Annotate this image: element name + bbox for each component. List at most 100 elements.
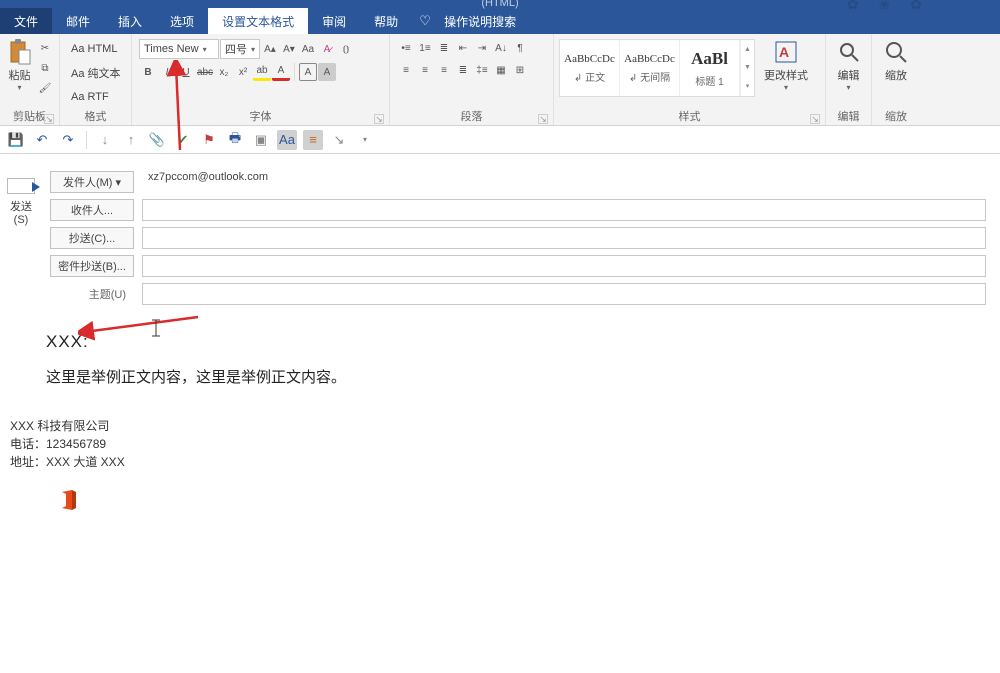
show-marks-button[interactable]: ¶ — [511, 39, 529, 57]
tab-options[interactable]: 选项 — [156, 8, 208, 34]
clear-format-button[interactable]: A̷ — [318, 40, 336, 58]
italic-button[interactable]: I — [158, 63, 176, 81]
underline-button[interactable]: U — [177, 63, 195, 81]
styles-more-button[interactable]: ▲▼▾ — [740, 40, 754, 96]
mail-body[interactable]: XXX: 这里是举例正文内容，这里是举例正文内容。 — [0, 308, 1000, 397]
lightbulb-icon: ♡ — [416, 8, 434, 34]
brush-icon[interactable]: ↘ — [329, 130, 349, 150]
from-value: xz7pccom@outlook.com — [142, 171, 986, 193]
subscript-button[interactable]: x₂ — [215, 63, 233, 81]
subject-input[interactable] — [142, 283, 986, 305]
font-size-select[interactable]: 四号▾ — [220, 39, 260, 59]
ribbon: 粘贴 ▾ ✂ ⧉ 🖌 剪贴板↘ Aa HTML Aa 纯文本 Aa RTF 格式… — [0, 34, 1000, 126]
next-icon[interactable]: ↑ — [121, 130, 141, 150]
sort-button[interactable]: A↓ — [492, 39, 510, 57]
phonetic-button[interactable]: ⦅⦆ — [337, 40, 355, 58]
flag-icon[interactable]: ⚑ — [199, 130, 219, 150]
strike-button[interactable]: abc — [196, 63, 214, 81]
justify-button[interactable]: ≣ — [454, 61, 472, 79]
font-color-button[interactable]: A — [272, 63, 290, 81]
char-shading-button[interactable]: A — [318, 63, 336, 81]
greeting-line[interactable]: XXX: — [46, 332, 964, 352]
cc-button[interactable]: 抄送(C)... — [50, 227, 134, 249]
format-html[interactable]: Aa HTML — [67, 39, 125, 59]
change-case-button[interactable]: Aa — [299, 40, 317, 58]
list-icon[interactable]: ≡ — [303, 130, 323, 150]
bcc-button[interactable]: 密件抄送(B)... — [50, 255, 134, 277]
group-title-paragraph: 段落↘ — [395, 110, 548, 124]
redo-icon[interactable]: ↷ — [58, 130, 78, 150]
format-plain[interactable]: Aa 纯文本 — [67, 63, 125, 83]
window-title: (HTML) — [481, 0, 518, 9]
copy-button[interactable]: ⧉ — [36, 59, 54, 77]
superscript-button[interactable]: x² — [234, 63, 252, 81]
check-icon[interactable]: ✔ — [173, 130, 193, 150]
text-highlight-button[interactable]: ab — [253, 63, 271, 81]
tab-insert[interactable]: 插入 — [104, 8, 156, 34]
shrink-font-button[interactable]: A▾ — [280, 40, 298, 58]
style-heading1[interactable]: AaBl标题 1 — [680, 40, 740, 96]
undo-icon[interactable]: ↶ — [32, 130, 52, 150]
tab-review[interactable]: 审阅 — [308, 8, 360, 34]
image-icon[interactable]: ▣ — [251, 130, 271, 150]
case-icon[interactable]: Aa — [277, 130, 297, 150]
edit-button[interactable]: 编辑 ▾ — [831, 37, 866, 92]
bullets-button[interactable]: •≡ — [397, 39, 415, 57]
paste-button[interactable]: 粘贴 ▾ — [5, 37, 34, 92]
format-rtf[interactable]: Aa RTF — [67, 87, 125, 107]
styles-gallery[interactable]: AaBbCcDc↲ 正文 AaBbCcDc↲ 无间隔 AaBl标题 1 ▲▼▾ — [559, 39, 755, 97]
find-icon — [836, 39, 862, 65]
style-nospacing[interactable]: AaBbCcDc↲ 无间隔 — [620, 40, 680, 96]
from-button[interactable]: 发件人(M) ▾ — [50, 171, 134, 193]
cc-input[interactable] — [142, 227, 986, 249]
dialog-launcher-icon[interactable]: ↘ — [44, 114, 54, 124]
align-center-button[interactable]: ≡ — [416, 61, 434, 79]
tab-file[interactable]: 文件 — [0, 8, 52, 34]
quick-access-toolbar: 💾 ↶ ↷ ↓ ↑ 📎 ✔ ⚑ 🖶 ▣ Aa ≡ ↘ ▾ — [0, 126, 1000, 154]
save-icon[interactable]: 💾 — [6, 130, 26, 150]
tab-mail[interactable]: 邮件 — [52, 8, 104, 34]
group-title-zoom: 缩放 — [877, 110, 915, 124]
group-clipboard: 粘贴 ▾ ✂ ⧉ 🖌 剪贴板↘ — [0, 34, 60, 125]
style-normal[interactable]: AaBbCcDc↲ 正文 — [560, 40, 620, 96]
qat-dropdown-icon[interactable]: ▾ — [355, 130, 375, 150]
group-format: Aa HTML Aa 纯文本 Aa RTF 格式 — [60, 34, 132, 125]
cut-button[interactable]: ✂ — [36, 39, 54, 57]
send-button[interactable]: 发送(S) — [4, 168, 38, 308]
increase-indent-button[interactable]: ⇥ — [473, 39, 491, 57]
body-paragraph[interactable]: 这里是举例正文内容，这里是举例正文内容。 — [46, 366, 964, 387]
align-right-button[interactable]: ≡ — [435, 61, 453, 79]
attach-icon[interactable]: 📎 — [147, 130, 167, 150]
shading-button[interactable]: ▦ — [492, 61, 510, 79]
dialog-launcher-icon[interactable]: ↘ — [538, 114, 548, 124]
zoom-button[interactable]: 缩放 — [877, 37, 915, 83]
char-border-button[interactable]: A — [299, 63, 317, 81]
sig-address: 地址：XXX 大道 XXX — [10, 453, 990, 471]
format-painter-button[interactable]: 🖌 — [36, 79, 54, 97]
tab-format-text[interactable]: 设置文本格式 — [208, 8, 308, 34]
tab-help[interactable]: 帮助 — [360, 8, 412, 34]
font-name-select[interactable]: Times New▾ — [139, 39, 219, 59]
group-styles: AaBbCcDc↲ 正文 AaBbCcDc↲ 无间隔 AaBl标题 1 ▲▼▾ … — [554, 34, 826, 125]
tell-me-search[interactable]: 操作说明搜索 — [434, 8, 526, 34]
align-left-button[interactable]: ≡ — [397, 61, 415, 79]
print-icon[interactable]: 🖶 — [225, 130, 245, 150]
to-button[interactable]: 收件人... — [50, 199, 134, 221]
bcc-input[interactable] — [142, 255, 986, 277]
dialog-launcher-icon[interactable]: ↘ — [374, 114, 384, 124]
group-title-edit: 编辑 — [831, 110, 866, 124]
dialog-launcher-icon[interactable]: ↘ — [810, 114, 820, 124]
grow-font-button[interactable]: A▴ — [261, 40, 279, 58]
numbering-button[interactable]: 1≡ — [416, 39, 434, 57]
signature-block[interactable]: XXX 科技有限公司 电话：123456789 地址：XXX 大道 XXX — [0, 397, 1000, 471]
to-input[interactable] — [142, 199, 986, 221]
line-spacing-button[interactable]: ‡≡ — [473, 61, 491, 79]
multilevel-button[interactable]: ≣ — [435, 39, 453, 57]
svg-text:A: A — [779, 44, 789, 60]
bold-button[interactable]: B — [139, 63, 157, 81]
borders-button[interactable]: ⊞ — [511, 61, 529, 79]
sig-company: XXX 科技有限公司 — [10, 417, 990, 435]
change-styles-button[interactable]: A 更改样式 ▾ — [761, 37, 811, 92]
previous-icon[interactable]: ↓ — [95, 130, 115, 150]
decrease-indent-button[interactable]: ⇤ — [454, 39, 472, 57]
